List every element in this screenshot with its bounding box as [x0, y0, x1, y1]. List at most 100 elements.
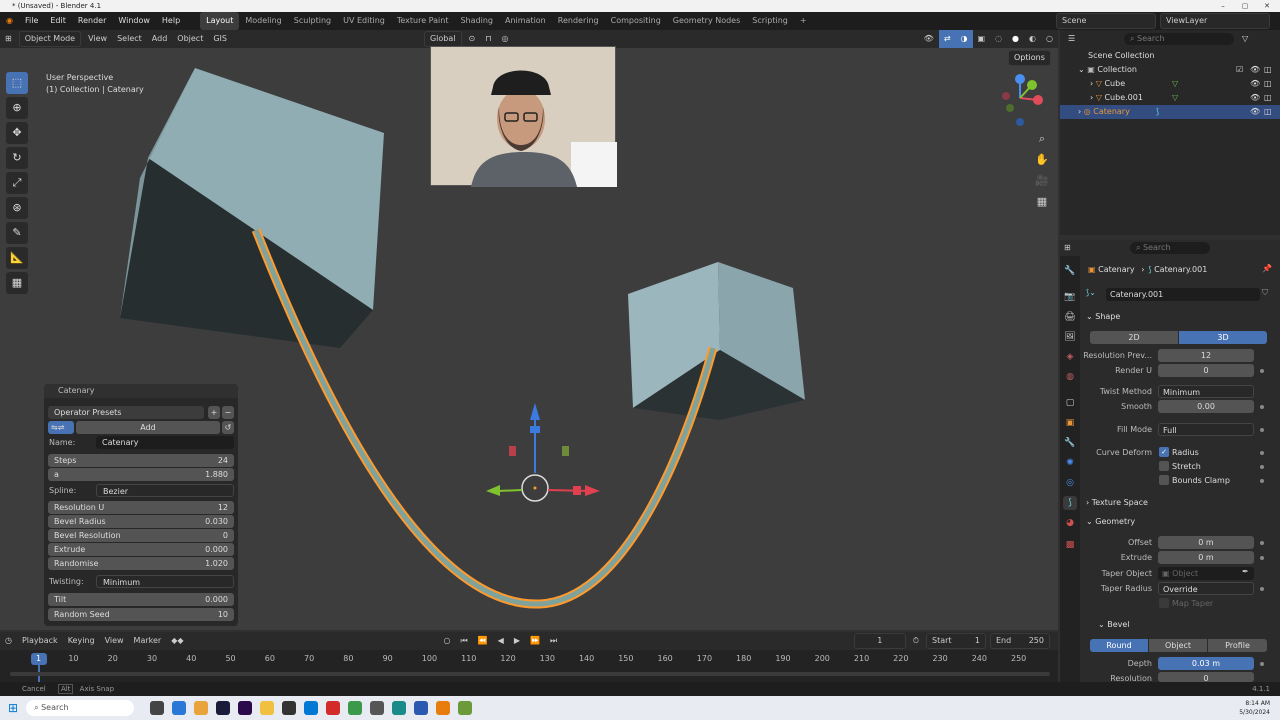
geometry-extrude-keyframe-dot[interactable] [1260, 556, 1264, 560]
playback-menu[interactable]: Playback [17, 632, 63, 650]
fill-mode-dropdown[interactable]: Full [1158, 423, 1254, 436]
bounds-clamp-keyframe-dot[interactable] [1260, 479, 1264, 483]
outliner-editor-icon[interactable]: ☰ [1068, 34, 1075, 43]
viewport-menu-object[interactable]: Object [172, 30, 208, 48]
smooth-field[interactable]: 0.00 [1158, 400, 1254, 413]
other-app-icon[interactable] [458, 701, 473, 715]
radius-keyframe-dot[interactable] [1260, 451, 1264, 455]
viewport-menu-add[interactable]: Add [147, 30, 173, 48]
collection-row[interactable]: ⌄ ▣ Collection ☑ 👁 ◫ [1060, 63, 1280, 77]
render-tab-icon[interactable]: 📷 [1063, 290, 1077, 304]
acrobat-icon[interactable] [326, 701, 341, 715]
twist-method-dropdown[interactable]: Minimum [1158, 385, 1254, 398]
photos-icon[interactable] [194, 701, 209, 715]
randomise-field[interactable]: Randomise 1.020 [48, 557, 234, 570]
solid-shading-icon[interactable]: ● [1007, 30, 1024, 48]
overlays-icon[interactable]: ◑ [955, 30, 973, 48]
reset-icon[interactable]: ↺ [222, 421, 234, 434]
timeline-editor-icon[interactable]: ◷ [0, 632, 17, 650]
menu-file[interactable]: File [19, 12, 44, 30]
cube-001-mesh-data-icon[interactable]: ▽ [1172, 91, 1178, 105]
taskbar-search[interactable]: ⌕ Search [26, 700, 135, 716]
stretch-keyframe-dot[interactable] [1260, 465, 1264, 469]
outliner-item-cube-001[interactable]: › ▽ Cube.001 ▽ 👁 ◫ [1060, 91, 1280, 105]
code-icon[interactable] [414, 701, 429, 715]
jump-end-icon[interactable]: ⏭ [545, 632, 562, 650]
timeline-area[interactable]: 1 10 20 30 40 50 60 70 80 90 100 110 120 130 140 150 160… [0, 650, 1058, 682]
outliner-item-catenary[interactable]: › ◎ Catenary ⟆ 👁 ◫ [1060, 105, 1280, 119]
shape-3d-button[interactable]: 3D [1179, 331, 1267, 344]
tab-sculpting[interactable]: Sculpting [288, 12, 337, 30]
maximize-icon[interactable]: ▢ [1234, 0, 1256, 12]
tool-tab-icon[interactable]: 🔧 [1063, 264, 1077, 278]
taskbar-clock[interactable]: 8:14 AM 5/30/2024 [1239, 699, 1270, 717]
remove-preset-icon[interactable]: − [222, 406, 234, 419]
preview-range-icon[interactable]: ⏱ [908, 632, 924, 650]
tab-scripting[interactable]: Scripting [746, 12, 794, 30]
cube-mesh-data-icon[interactable]: ▽ [1172, 77, 1178, 91]
curve-data-name-field[interactable]: Catenary.001 [1106, 288, 1260, 301]
extrude-field[interactable]: Extrude 0.000 [48, 543, 234, 556]
add-cube-icon[interactable]: ▦ [6, 272, 28, 294]
catenary-render-icon[interactable]: ◫ [1264, 105, 1272, 119]
settings-icon[interactable] [370, 701, 385, 715]
photoshop-icon[interactable] [216, 701, 231, 715]
premiere-icon[interactable] [238, 701, 253, 715]
view-layer-tab-icon[interactable]: 🖼 [1063, 330, 1077, 344]
chrome-icon[interactable] [348, 701, 363, 715]
fill-mode-keyframe-dot[interactable] [1260, 428, 1264, 432]
tab-animation[interactable]: Animation [499, 12, 552, 30]
blender-logo-icon[interactable]: ◉ [0, 12, 19, 30]
collection-checkbox-icon[interactable]: ☑ [1236, 63, 1243, 77]
minimize-icon[interactable]: – [1212, 0, 1234, 12]
visibility-icon[interactable]: 👁 [919, 30, 939, 48]
next-key-icon[interactable]: ⏩ [525, 632, 545, 650]
geometry-section-header[interactable]: ⌄ Geometry [1086, 515, 1272, 529]
scale-icon[interactable]: ⤢ [6, 172, 28, 194]
measure-icon[interactable]: 📐 [6, 247, 28, 269]
prev-key-icon[interactable]: ⏪ [473, 632, 493, 650]
resolution-preview-field[interactable]: 12 [1158, 349, 1254, 362]
output-tab-icon[interactable]: 🖨 [1063, 310, 1077, 324]
geometry-extrude-field[interactable]: 0 m [1158, 551, 1254, 564]
editor-type-icon[interactable]: ⊞ [0, 30, 17, 48]
modifier-tab-icon[interactable]: 🔧 [1063, 436, 1077, 450]
outliner-search[interactable]: ⌕ Search [1124, 33, 1234, 45]
material-tab-icon[interactable]: ◕ [1063, 516, 1077, 530]
cube-001-visibility-icon[interactable]: 👁 [1250, 91, 1260, 105]
viewport-menu-select[interactable]: Select [112, 30, 147, 48]
operator-presets-dropdown[interactable]: Operator Presets [48, 406, 204, 419]
cube-001-expand-icon[interactable]: › [1090, 93, 1093, 102]
timeline-scrollbar[interactable] [10, 672, 1050, 676]
steps-field[interactable]: Steps 24 [48, 454, 234, 467]
viewport-menu-view[interactable]: View [83, 30, 112, 48]
add-button[interactable]: Add [76, 421, 220, 434]
object-tab-icon[interactable]: ▣ [1063, 416, 1077, 430]
camera-app-icon[interactable] [392, 701, 407, 715]
pan-hand-icon[interactable]: ✋ [1034, 152, 1050, 168]
operator-panel-title[interactable]: Catenary [44, 384, 238, 398]
catenary-expand-icon[interactable]: › [1078, 107, 1081, 116]
bevel-section-header[interactable]: ⌄ Bevel [1098, 618, 1280, 632]
camera-view-icon[interactable]: 🎥 [1034, 173, 1050, 189]
spline-dropdown[interactable]: Bezier [96, 484, 234, 497]
blender-taskbar-icon[interactable] [436, 701, 451, 715]
options-dropdown[interactable]: Options [1008, 50, 1051, 66]
depth-keyframe-dot[interactable] [1260, 662, 1264, 666]
edge-icon[interactable] [172, 701, 187, 715]
curve-data-browse-icon[interactable]: ⟆⌄ [1086, 288, 1096, 297]
radius-checkbox[interactable]: ✓ [1159, 447, 1169, 457]
shape-section-header[interactable]: ⌄ Shape [1086, 310, 1272, 324]
ortho-grid-icon[interactable]: ▦ [1034, 194, 1050, 210]
offset-field[interactable]: 0 m [1158, 536, 1254, 549]
tab-geometry-nodes[interactable]: Geometry Nodes [667, 12, 746, 30]
collection-visibility-icon[interactable]: 👁 [1250, 63, 1260, 77]
render-u-keyframe-dot[interactable] [1260, 369, 1264, 373]
tab-modeling[interactable]: Modeling [239, 12, 287, 30]
name-field[interactable]: Catenary [96, 436, 234, 449]
snip-icon[interactable] [282, 701, 297, 715]
file-explorer-icon[interactable] [260, 701, 275, 715]
bounds-clamp-checkbox[interactable] [1159, 475, 1169, 485]
wireframe-shading-icon[interactable]: ◌ [990, 30, 1007, 48]
bevel-round-button[interactable]: Round [1090, 639, 1148, 652]
